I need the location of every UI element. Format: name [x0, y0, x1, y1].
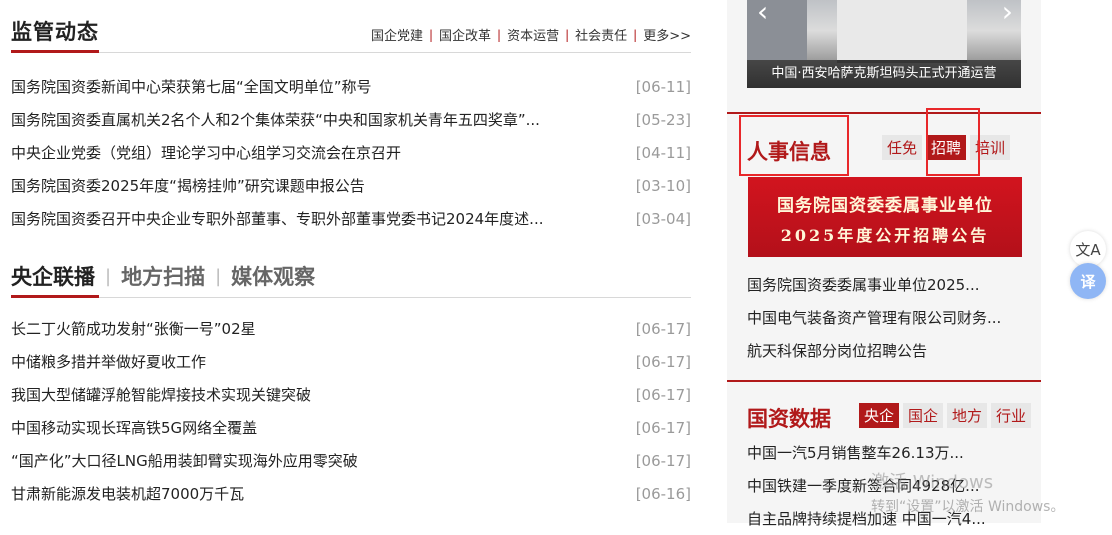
news-date: [06-11]	[635, 77, 691, 96]
list-item[interactable]: “国产化”大口径LNG船用装卸臂实现海外应用零突破 [06-17]	[11, 444, 691, 477]
section-divider	[11, 297, 691, 298]
list-item[interactable]: 中央企业党委（党组）理论学习中心组学习交流会在京召开 [04-11]	[11, 136, 691, 169]
section-title-supervision: 监管动态	[11, 20, 99, 44]
tab-separator: |	[105, 265, 112, 287]
news-title[interactable]: 国务院国资委新闻中心荣获第七届“全国文明单位”称号	[11, 76, 372, 97]
list-item[interactable]: 长二丁火箭成功发射“张衡一号”02星 [06-17]	[11, 312, 691, 345]
news-title[interactable]: 国务院国资委召开中央企业专职外部董事、专职外部董事党委书记2024年度述...	[11, 208, 543, 229]
translate-quick-icon[interactable]: 译	[1070, 263, 1106, 299]
tab-central-enterprise-broadcast[interactable]: 央企联播	[11, 261, 95, 291]
list-item[interactable]: 我国大型储罐浮舱智能焊接技术实现关键突破 [06-17]	[11, 378, 691, 411]
section-accent-bar	[11, 295, 99, 298]
personnel-list: 国务院国资委委属事业单位2025... 中国电气装备资产管理有限公司财务... …	[747, 268, 1022, 367]
section-divider-red	[727, 380, 1041, 382]
link-reform[interactable]: 国企改革	[439, 25, 491, 44]
tab-central-enterprises[interactable]: 央企	[859, 403, 900, 428]
tab-separator: |	[215, 265, 222, 287]
broadcast-news-list: 长二丁火箭成功发射“张衡一号”02星 [06-17] 中储粮多措并举做好夏收工作 […	[11, 312, 691, 510]
list-item[interactable]: 中国一汽5月销售整车26.13万...	[747, 436, 1022, 469]
news-date: [03-04]	[635, 209, 691, 228]
news-date: [03-10]	[635, 176, 691, 195]
banner-line-2: 2025年度公开招聘公告	[780, 226, 990, 245]
tab-state-enterprises[interactable]: 国企	[903, 403, 944, 428]
list-item[interactable]: 国务院国资委新闻中心荣获第七届“全国文明单位”称号 [06-11]	[11, 70, 691, 103]
supervision-news-list: 国务院国资委新闻中心荣获第七届“全国文明单位”称号 [06-11] 国务院国资委直…	[11, 70, 691, 235]
carousel-caption[interactable]: 中国·西安哈萨克斯坦码头正式开通运营	[747, 60, 1021, 88]
news-title[interactable]: 我国大型储罐浮舱智能焊接技术实现关键突破	[11, 384, 311, 405]
list-item[interactable]: 国务院国资委委属事业单位2025...	[747, 268, 1022, 301]
translate-icon[interactable]: 文A	[1070, 231, 1106, 267]
news-title[interactable]: 中储粮多措并举做好夏收工作	[11, 351, 206, 372]
link-capital-operation[interactable]: 资本运营	[507, 25, 559, 44]
news-title[interactable]: 长二丁火箭成功发射“张衡一号”02星	[11, 318, 256, 339]
list-item[interactable]: 国务院国资委2025年度“揭榜挂帅”研究课题申报公告 [03-10]	[11, 169, 691, 202]
list-item[interactable]: 中国移动实现长珲高铁5G网络全覆盖 [06-17]	[11, 411, 691, 444]
tab-local-scan[interactable]: 地方扫描	[121, 261, 205, 291]
link-party-building[interactable]: 国企党建	[371, 25, 423, 44]
separator: |	[565, 27, 570, 42]
news-title[interactable]: 国务院国资委直属机关2名个人和2个集体荣获“中央和国家机关青年五四奖章”...	[11, 109, 540, 130]
stats-tabs: 央企 国企 地方 行业	[859, 403, 1032, 428]
highlight-box-personnel-title	[739, 115, 849, 176]
separator: |	[497, 27, 502, 42]
news-date: [06-17]	[635, 352, 691, 371]
link-social-responsibility[interactable]: 社会责任	[575, 25, 627, 44]
tab-local[interactable]: 地方	[947, 403, 988, 428]
news-title[interactable]: 中央企业党委（党组）理论学习中心组学习交流会在京召开	[11, 142, 401, 163]
activation-watermark-text: 转到“设置”以激活 Windows。	[871, 499, 1065, 515]
carousel-image-terminal	[837, 0, 967, 63]
section-accent-bar	[11, 50, 99, 53]
tab-industry[interactable]: 行业	[991, 403, 1032, 428]
list-item[interactable]: 中国电气装备资产管理有限公司财务...	[747, 301, 1022, 334]
news-date: [06-17]	[635, 418, 691, 437]
supervision-sub-links: 国企党建 | 国企改革 | 资本运营 | 社会责任 | 更多>>	[371, 25, 691, 45]
link-more[interactable]: 更多>>	[643, 25, 691, 44]
section-title-stats: 国资数据	[747, 407, 831, 431]
broadcast-tabs: 央企联播 | 地方扫描 | 媒体观察	[11, 261, 315, 291]
tab-media-observation[interactable]: 媒体观察	[231, 261, 315, 291]
chevron-left-icon[interactable]: ‹	[757, 0, 768, 26]
news-date: [06-17]	[635, 451, 691, 470]
section-divider	[11, 52, 691, 53]
news-title[interactable]: 甘肃新能源发电装机超7000万千瓦	[11, 483, 244, 504]
activation-watermark-title: 激活 Windows	[871, 472, 994, 493]
news-date: [05-23]	[635, 110, 691, 129]
news-title[interactable]: 中国移动实现长珲高铁5G网络全覆盖	[11, 417, 257, 438]
section-divider-red	[727, 112, 1041, 114]
news-date: [06-17]	[635, 319, 691, 338]
list-item[interactable]: 甘肃新能源发电装机超7000万千瓦 [06-16]	[11, 477, 691, 510]
tab-appointments[interactable]: 任免	[882, 135, 923, 160]
recruitment-banner[interactable]: 国务院国资委委属事业单位 2025年度公开招聘公告	[748, 177, 1022, 257]
news-date: [06-17]	[635, 385, 691, 404]
chevron-right-icon[interactable]: ›	[1002, 0, 1013, 26]
separator: |	[428, 27, 434, 42]
news-carousel[interactable]: ‹ › 中国·西安哈萨克斯坦码头正式开通运营	[747, 0, 1021, 88]
list-item[interactable]: 航天科保部分岗位招聘公告	[747, 334, 1022, 367]
banner-line-1: 国务院国资委委属事业单位	[777, 196, 993, 216]
highlight-box-recruitment-tab	[926, 108, 980, 176]
list-item[interactable]: 国务院国资委召开中央企业专职外部董事、专职外部董事党委书记2024年度述... […	[11, 202, 691, 235]
separator: |	[633, 27, 638, 42]
list-item[interactable]: 国务院国资委直属机关2名个人和2个集体荣获“中央和国家机关青年五四奖章”... […	[11, 103, 691, 136]
news-date: [06-16]	[635, 484, 691, 503]
carousel-image-building	[747, 0, 807, 60]
news-title[interactable]: “国产化”大口径LNG船用装卸臂实现海外应用零突破	[11, 450, 358, 471]
news-title[interactable]: 国务院国资委2025年度“揭榜挂帅”研究课题申报公告	[11, 175, 365, 196]
list-item[interactable]: 中储粮多措并举做好夏收工作 [06-17]	[11, 345, 691, 378]
news-date: [04-11]	[635, 143, 691, 162]
